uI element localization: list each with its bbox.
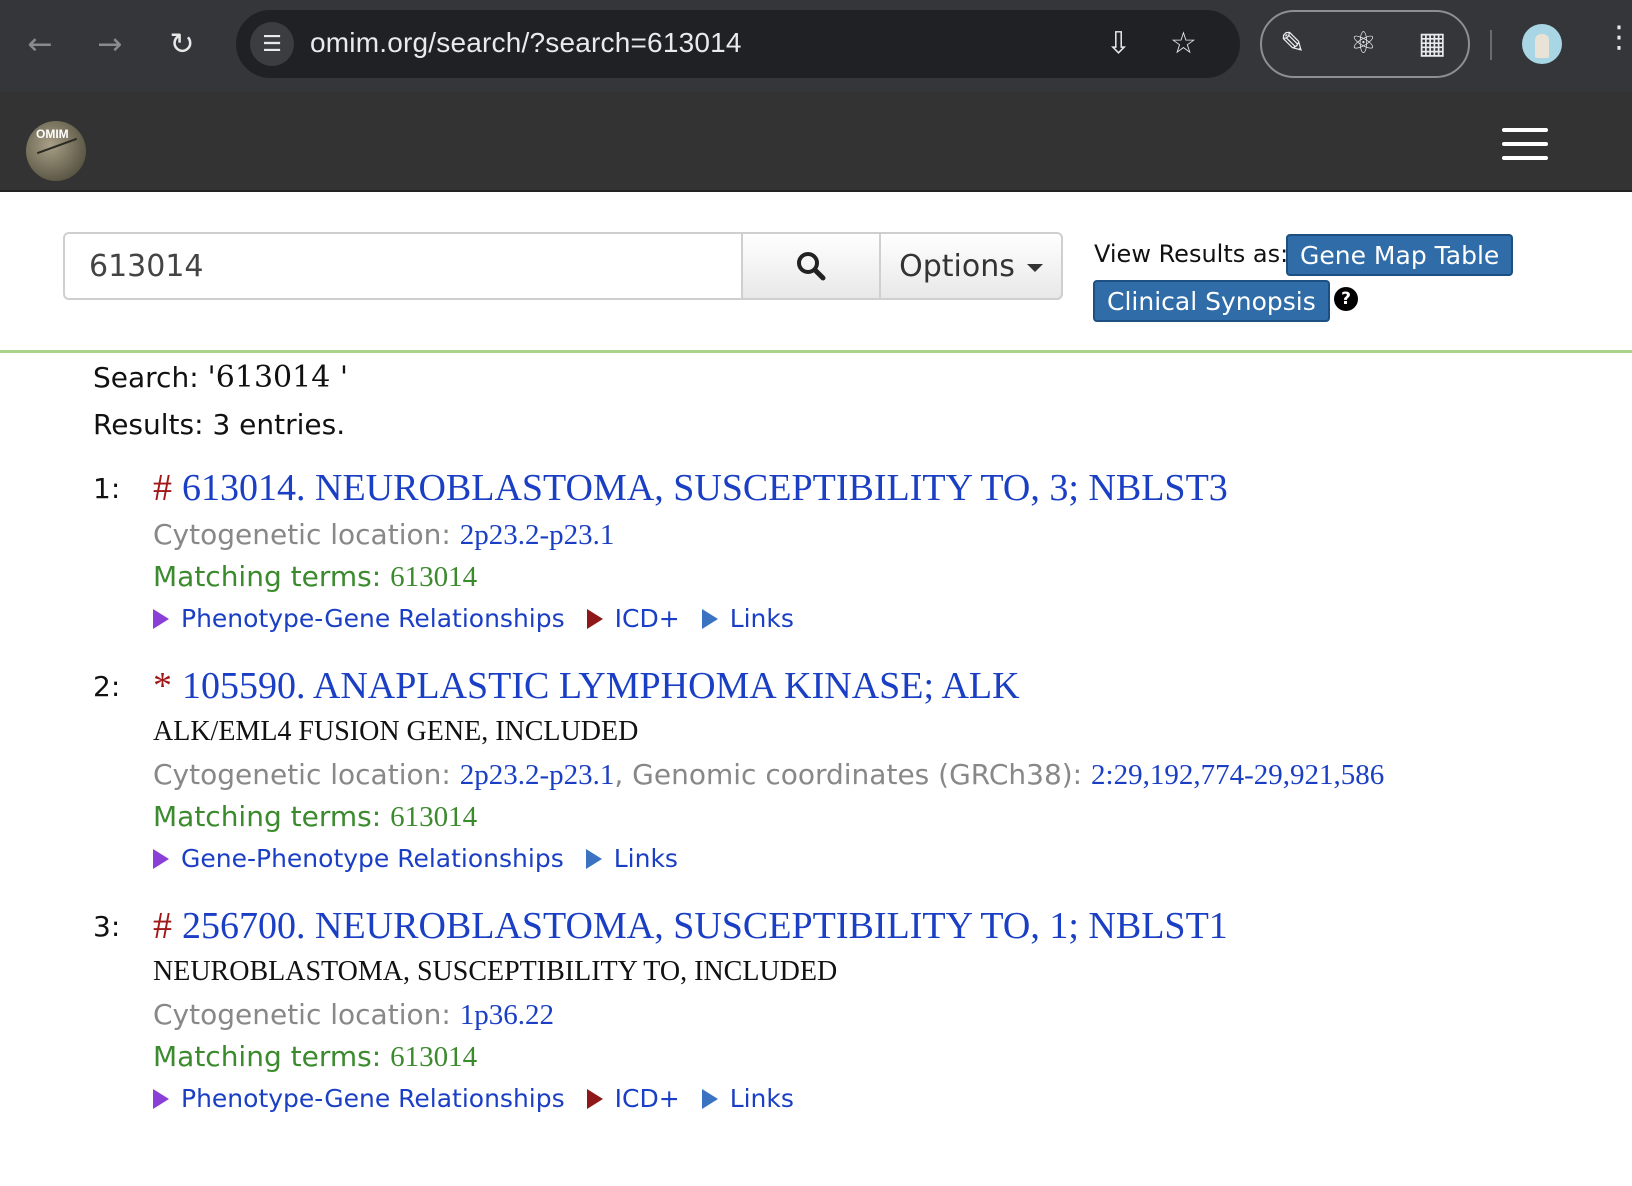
cytogenetic-link[interactable]: 2p23.2-p23.1 [460, 759, 615, 791]
search-summary: Search: '613014 ' [93, 360, 348, 395]
omim-logo[interactable]: OMIM [26, 121, 86, 181]
links-link[interactable]: Links [701, 1084, 794, 1113]
matching-terms-line: Matching terms: 613014 [153, 1040, 478, 1073]
help-icon[interactable]: ? [1334, 287, 1358, 311]
icd-link[interactable]: ICD+ [586, 1084, 680, 1113]
entry-symbol: # [153, 467, 172, 509]
extensions-puzzle-icon[interactable]: ▦ [1418, 26, 1446, 61]
triangle-right-icon [153, 608, 169, 629]
result-title-text: 613014. NEUROBLASTOMA, SUSCEPTIBILITY TO… [182, 467, 1228, 509]
result-links: Phenotype-Gene Relationships ICD+ Links [153, 1084, 816, 1113]
result-number: 1: [93, 472, 121, 505]
clinical-synopsis-button[interactable]: Clinical Synopsis [1093, 280, 1330, 322]
view-results-label: View Results as: [1094, 240, 1289, 268]
result-number: 3: [93, 910, 121, 943]
matching-terms-line: Matching terms: 613014 [153, 560, 478, 593]
triangle-right-icon [701, 1088, 718, 1109]
links-link[interactable]: Links [585, 844, 678, 873]
arrow-left-icon: ← [27, 26, 53, 62]
more-menu-icon[interactable]: ⋮ [1604, 20, 1632, 55]
results-count: Results: 3 entries. [93, 408, 346, 441]
react-atom-icon[interactable]: ⚛ [1350, 26, 1377, 61]
result-title-link[interactable]: #613014. NEUROBLASTOMA, SUSCEPTIBILITY T… [153, 466, 1228, 510]
triangle-right-icon [153, 1088, 169, 1109]
icd-link[interactable]: ICD+ [586, 604, 680, 633]
result-links: Phenotype-Gene Relationships ICD+ Links [153, 604, 816, 633]
entry-symbol: * [153, 665, 172, 707]
genomic-coordinates-label: , Genomic coordinates (GRCh38): [614, 758, 1083, 791]
search-label: Search: [93, 361, 199, 394]
url-text[interactable]: omim.org/search/?search=613014 [310, 27, 742, 59]
result-title-text: 256700. NEUROBLASTOMA, SUSCEPTIBILITY TO… [182, 905, 1228, 947]
result-title-link[interactable]: * 105590. ANAPLASTIC LYMPHOMA KINASE; ALK [153, 664, 1020, 708]
cytogenetic-link[interactable]: 1p36.22 [460, 999, 554, 1031]
included-title: NEUROBLASTOMA, SUSCEPTIBILITY TO, INCLUD… [153, 956, 838, 987]
links-link[interactable]: Links [701, 604, 794, 633]
divider-rule [0, 350, 1632, 353]
logo-text: OMIM [36, 127, 69, 141]
search-form: Options [63, 232, 1063, 300]
genomic-coordinates-link[interactable]: 2:29,192,774-29,921,586 [1091, 759, 1384, 791]
included-title: ALK/EML4 FUSION GENE, INCLUDED [153, 716, 639, 747]
result-links: Gene-Phenotype Relationships Links [153, 844, 700, 873]
address-bar[interactable]: ☰ omim.org/search/?search=613014 ⇩ ☆ [236, 10, 1240, 78]
bookmark-star-icon[interactable]: ☆ [1170, 26, 1197, 61]
triangle-right-icon [701, 608, 718, 629]
triangle-right-icon [586, 608, 603, 629]
reload-button[interactable]: ↻ [158, 20, 206, 68]
result-title-text: 105590. ANAPLASTIC LYMPHOMA KINASE; ALK [182, 665, 1020, 707]
caret-down-icon [1026, 264, 1043, 272]
arrow-right-icon: → [97, 26, 123, 62]
phenotype-gene-relationships-link[interactable]: Phenotype-Gene Relationships [153, 1084, 565, 1113]
reload-icon: ↻ [169, 26, 195, 62]
site-header: OMIM [0, 92, 1632, 192]
hamburger-menu-icon[interactable] [1502, 128, 1548, 160]
extensions-group: ✎ ⚛ ▦ [1260, 10, 1470, 78]
profile-avatar[interactable] [1522, 24, 1562, 64]
cytogenetic-line: Cytogenetic location: 1p36.22 [153, 998, 554, 1031]
gene-phenotype-relationships-link[interactable]: Gene-Phenotype Relationships [153, 844, 564, 873]
cytogenetic-line: Cytogenetic location: 2p23.2-p23.1 [153, 518, 615, 551]
toolbar-divider [1490, 30, 1492, 60]
back-button[interactable]: ← [16, 20, 64, 68]
search-query: '613014 ' [207, 360, 349, 395]
matching-terms-line: Matching terms: 613014 [153, 800, 478, 833]
cytogenetic-line: Cytogenetic location: 2p23.2-p23.1, Geno… [153, 758, 1385, 791]
browser-toolbar: ← → ↻ ☰ omim.org/search/?search=613014 ⇩… [0, 0, 1632, 92]
result-number: 2: [93, 670, 121, 703]
phenotype-gene-relationships-link[interactable]: Phenotype-Gene Relationships [153, 604, 565, 633]
eyedropper-icon[interactable]: ✎ [1280, 26, 1305, 61]
search-input[interactable] [63, 232, 743, 300]
entry-symbol: # [153, 905, 172, 947]
forward-button[interactable]: → [86, 20, 134, 68]
gene-map-table-button[interactable]: Gene Map Table [1286, 234, 1514, 276]
result-title-link[interactable]: #256700. NEUROBLASTOMA, SUSCEPTIBILITY T… [153, 904, 1228, 948]
install-app-icon[interactable]: ⇩ [1106, 26, 1131, 61]
site-settings-icon[interactable]: ☰ [250, 22, 294, 66]
search-button[interactable] [741, 232, 881, 300]
triangle-right-icon [586, 1088, 603, 1109]
search-icon [797, 252, 826, 281]
options-label: Options [899, 248, 1015, 284]
triangle-right-icon [585, 848, 602, 869]
options-dropdown-button[interactable]: Options [879, 232, 1063, 300]
cytogenetic-link[interactable]: 2p23.2-p23.1 [460, 519, 615, 551]
triangle-right-icon [153, 848, 169, 869]
